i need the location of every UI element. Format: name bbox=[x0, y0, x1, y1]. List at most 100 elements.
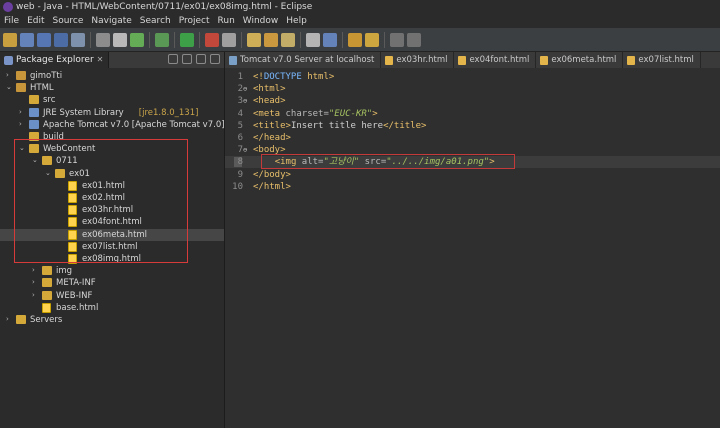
editor-tab[interactable]: ex06meta.html bbox=[536, 52, 624, 68]
menu-edit[interactable]: Edit bbox=[27, 14, 44, 28]
menu-bar: File Edit Source Navigate Search Project Run Wi… bbox=[0, 14, 720, 28]
menu-source[interactable]: Source bbox=[53, 14, 84, 28]
coverage-icon[interactable] bbox=[222, 32, 236, 47]
tree-item[interactable]: › img bbox=[0, 265, 224, 277]
tree-item-suffix: [jre1.8.0_131] bbox=[138, 107, 199, 118]
tree-item-label: HTML bbox=[30, 83, 54, 94]
package-explorer-panel: Package Explorer ✕ › gimoTti ⌄ HTML src › JRE … bbox=[0, 52, 225, 428]
tree-item-label: img bbox=[56, 266, 73, 277]
editor-tab-label: ex03hr.html bbox=[396, 55, 448, 65]
menu-window[interactable]: Window bbox=[243, 14, 279, 28]
collapse-all-icon[interactable] bbox=[168, 54, 178, 64]
menu-navigate[interactable]: Navigate bbox=[91, 14, 131, 28]
back-icon[interactable] bbox=[348, 32, 362, 47]
tree-item-label: src bbox=[43, 95, 56, 106]
folder-icon bbox=[29, 95, 39, 105]
run-step-icon[interactable] bbox=[155, 32, 169, 47]
code-text: <meta charset="EUC-KR"> bbox=[253, 108, 378, 120]
folder-icon bbox=[42, 266, 52, 276]
fold-toggle-icon[interactable]: ⊖ bbox=[243, 144, 247, 156]
line-number: 9 bbox=[237, 169, 243, 180]
link-with-editor-icon[interactable] bbox=[182, 54, 192, 64]
nav-forward-icon[interactable] bbox=[407, 32, 421, 47]
forward-icon[interactable] bbox=[365, 32, 379, 47]
code-line[interactable]: 9 </body> bbox=[225, 169, 720, 181]
fold-toggle-icon[interactable]: ⊖ bbox=[243, 95, 247, 107]
line-number: 5 bbox=[237, 120, 243, 131]
tree-item-label: JRE System Library bbox=[43, 107, 124, 118]
package-explorer-tab[interactable]: Package Explorer ✕ bbox=[0, 52, 110, 68]
search-icon[interactable] bbox=[281, 32, 295, 47]
run-icon[interactable] bbox=[180, 32, 194, 47]
chevron-right-icon[interactable]: › bbox=[6, 316, 13, 323]
nav-back-icon[interactable] bbox=[390, 32, 404, 47]
new-package-icon[interactable] bbox=[247, 32, 261, 47]
new-icon[interactable] bbox=[3, 32, 17, 47]
code-line[interactable]: 2 ⊖ <html> bbox=[225, 83, 720, 95]
code-line[interactable]: 5 <title>Insert title here</title> bbox=[225, 120, 720, 132]
chevron-right-icon[interactable]: › bbox=[32, 279, 39, 286]
tree-item[interactable]: › WEB-INF bbox=[0, 290, 224, 302]
code-text: <head> bbox=[253, 95, 286, 107]
menu-help[interactable]: Help bbox=[286, 14, 307, 28]
toolbar-separator bbox=[174, 31, 175, 48]
menu-search[interactable]: Search bbox=[140, 14, 171, 28]
tree-item[interactable]: src bbox=[0, 94, 224, 106]
debug-config-icon[interactable] bbox=[113, 32, 127, 47]
open-icon[interactable] bbox=[20, 32, 34, 47]
chevron-right-icon[interactable]: › bbox=[6, 72, 13, 79]
package-explorer-tab-label: Package Explorer bbox=[16, 55, 94, 65]
tree-item[interactable]: › Servers bbox=[0, 314, 224, 326]
view-menu-icon[interactable] bbox=[196, 54, 206, 64]
fold-toggle-icon[interactable]: ⊖ bbox=[243, 83, 247, 95]
tree-item[interactable]: › gimoTti bbox=[0, 70, 224, 82]
tree-item[interactable]: base.html bbox=[0, 302, 224, 314]
debug-icon[interactable] bbox=[130, 32, 144, 47]
save-icon[interactable] bbox=[37, 32, 51, 47]
toolbar-separator bbox=[342, 31, 343, 48]
minimize-icon[interactable] bbox=[210, 54, 220, 64]
editor-tab[interactable]: ex07list.html bbox=[623, 52, 701, 68]
skip-icon[interactable] bbox=[96, 32, 110, 47]
menu-run[interactable]: Run bbox=[218, 14, 235, 28]
editor-tab[interactable]: ex03hr.html bbox=[381, 52, 455, 68]
code-token: charset= bbox=[285, 108, 329, 119]
code-line[interactable]: 6 </head> bbox=[225, 132, 720, 144]
line-number: 10 bbox=[232, 181, 243, 192]
line-number: 8 bbox=[237, 157, 243, 168]
chevron-right-icon[interactable]: › bbox=[32, 267, 39, 274]
code-line[interactable]: 1 <!DOCTYPE html> bbox=[225, 71, 720, 83]
folder-icon bbox=[42, 278, 52, 288]
menu-project[interactable]: Project bbox=[179, 14, 210, 28]
html-file-icon bbox=[42, 302, 51, 313]
library-icon bbox=[29, 119, 39, 129]
toolbar-separator bbox=[300, 31, 301, 48]
toggle-icon[interactable] bbox=[306, 32, 320, 47]
tree-item[interactable]: › JRE System Library [jre1.8.0_131] bbox=[0, 107, 224, 119]
editor-tab[interactable]: ex04font.html bbox=[454, 52, 537, 68]
chevron-right-icon[interactable]: › bbox=[32, 291, 39, 299]
code-editor[interactable]: 1 <!DOCTYPE html> 2 ⊖ <html> 3 ⊖ <head> 4 <meta c… bbox=[225, 68, 720, 428]
code-token: > bbox=[328, 72, 335, 82]
chevron-right-icon[interactable]: › bbox=[19, 108, 26, 116]
code-line[interactable]: 4 <meta charset="EUC-KR"> bbox=[225, 108, 720, 120]
editor-tab[interactable]: Tomcat v7.0 Server at localhost bbox=[225, 52, 382, 68]
code-text: <!DOCTYPE html> bbox=[253, 71, 334, 83]
line-number: 7 bbox=[237, 145, 243, 156]
new-class-icon[interactable] bbox=[264, 32, 278, 47]
code-token: <! bbox=[253, 72, 264, 82]
code-token: <html> bbox=[253, 84, 286, 95]
stop-icon[interactable] bbox=[205, 32, 219, 47]
tree-item[interactable]: ⌄ HTML bbox=[0, 82, 224, 94]
save-all-icon[interactable] bbox=[54, 32, 68, 47]
print-icon[interactable] bbox=[71, 32, 85, 47]
tree-item[interactable]: › META-INF bbox=[0, 277, 224, 289]
tree-item[interactable]: › Apache Tomcat v7.0 [Apache Tomcat v7.0] bbox=[0, 119, 224, 131]
chevron-right-icon[interactable]: › bbox=[19, 120, 26, 128]
code-line[interactable]: 3 ⊖ <head> bbox=[225, 95, 720, 107]
code-line[interactable]: 10 </html> bbox=[225, 181, 720, 193]
menu-file[interactable]: File bbox=[4, 14, 19, 28]
chevron-down-icon[interactable]: ⌄ bbox=[6, 84, 13, 91]
close-icon[interactable]: ✕ bbox=[97, 52, 104, 68]
annotation-icon[interactable] bbox=[323, 32, 337, 47]
